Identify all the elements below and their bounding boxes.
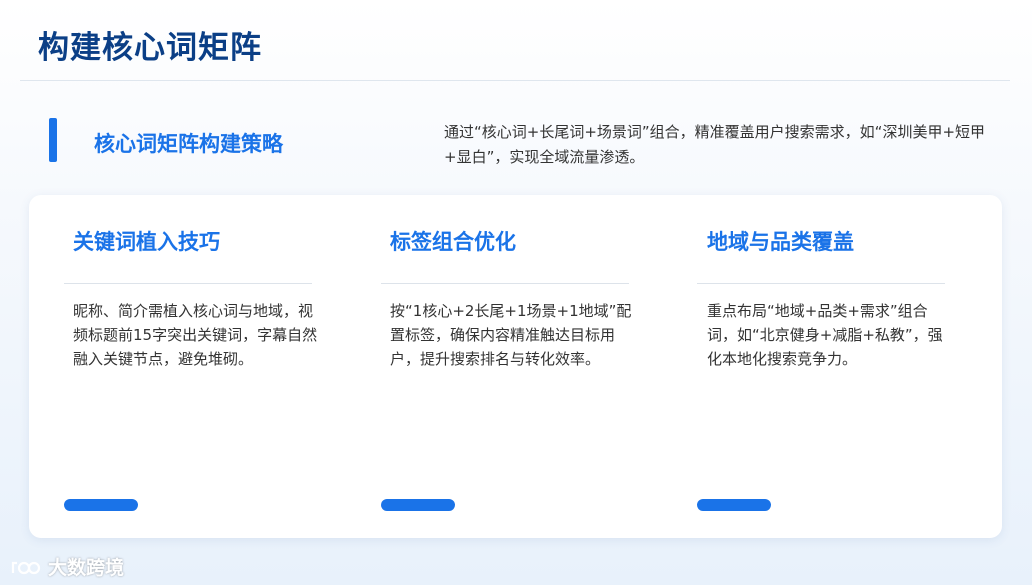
column-keyword-tips: 关键词植入技巧 昵称、简介需植入核心词与地域，视频标题前15字突出关键词，字幕自… — [64, 195, 317, 538]
column-body: 按“1核心+2长尾+1场景+1地域”配置标签，确保内容精准触达目标用户，提升搜索… — [390, 302, 632, 368]
column-tag-optimization: 标签组合优化 按“1核心+2长尾+1场景+1地域”配置标签，确保内容精准触达目标… — [381, 195, 631, 538]
column-region-category: 地域与品类覆盖 重点布局“地域+品类+需求”组合词，如“北京健身+减脂+私教”，… — [697, 195, 947, 538]
watermark-text: 大数跨境 — [48, 557, 125, 579]
column-accent-pill — [697, 499, 771, 511]
column-title: 关键词植入技巧 — [73, 230, 220, 254]
column-title: 标签组合优化 — [390, 230, 516, 254]
column-divider — [697, 283, 945, 284]
column-accent-pill — [381, 499, 455, 511]
section-accent-bar — [49, 118, 57, 162]
column-body: 重点布局“地域+品类+需求”组合词，如“北京健身+减脂+私教”，强化本地化搜索竞… — [707, 302, 943, 368]
strategy-card: 关键词植入技巧 昵称、简介需植入核心词与地域，视频标题前15字突出关键词，字幕自… — [29, 195, 1002, 538]
column-title: 地域与品类覆盖 — [707, 230, 854, 254]
watermark: 大数跨境 — [10, 553, 124, 580]
column-body: 昵称、简介需植入核心词与地域，视频标题前15字突出关键词，字幕自然融入关键节点，… — [73, 302, 318, 368]
column-divider — [64, 283, 312, 284]
section-description: 通过“核心词+长尾词+场景词”组合，精准覆盖用户搜索需求，如“深圳美甲+短甲+显… — [444, 123, 986, 166]
section-heading: 核心词矩阵构建策略 — [94, 132, 283, 156]
column-divider — [381, 283, 629, 284]
page-title: 构建核心词矩阵 — [38, 30, 262, 66]
watermark-logo-icon — [11, 561, 41, 574]
column-accent-pill — [64, 499, 138, 511]
title-divider — [20, 80, 1010, 81]
